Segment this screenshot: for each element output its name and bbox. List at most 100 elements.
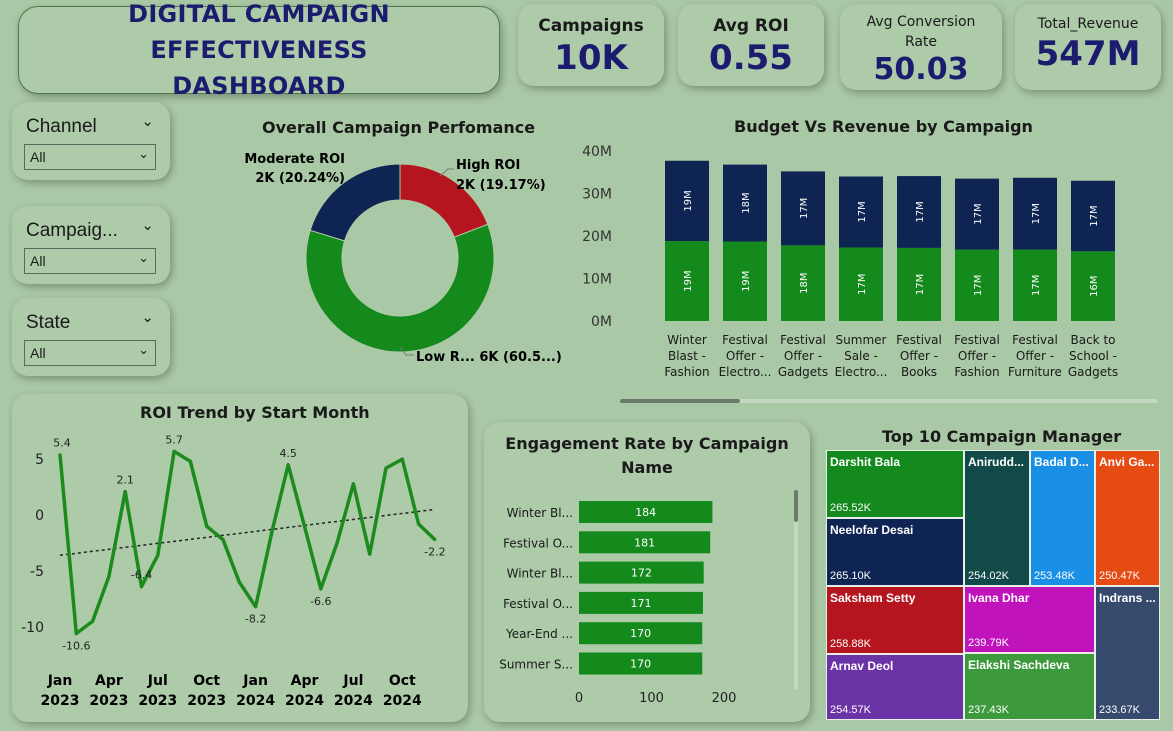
dashboard-title-card: DIGITAL CAMPAIGN EFFECTIVENESS DASHBOARD: [18, 0, 500, 100]
x-tick-label: 2023: [138, 693, 177, 709]
data-point[interactable]: [74, 632, 78, 636]
data-point[interactable]: [335, 541, 339, 545]
chevron-down-icon[interactable]: ⌄: [141, 216, 154, 234]
treemap-tile[interactable]: Anvi Ga... 250.47K: [1095, 450, 1160, 586]
kpi-card-avg-conversion-rate: Avg Conversion Rate 50.03: [840, 4, 1002, 90]
chevron-down-icon[interactable]: ⌄: [141, 308, 154, 326]
donut-chart[interactable]: High ROI 2K (19.17%) Moderate ROI 2K (20.24…: [200, 140, 600, 380]
treemap-tile-name: Anvi Ga...: [1099, 455, 1155, 469]
kpi-label: Total_Revenue: [1037, 16, 1139, 32]
x-tick-label: Apr: [291, 673, 319, 689]
y-tick-label: Summer S...: [499, 658, 573, 672]
donut-label-moderate: Moderate ROI: [244, 152, 345, 167]
kpi-label: Campaigns: [538, 16, 644, 36]
horizontal-scrollbar[interactable]: [620, 399, 1158, 403]
data-point[interactable]: [58, 453, 62, 457]
data-point[interactable]: [172, 449, 176, 453]
treemap-tile[interactable]: Saksham Setty 258.88K: [826, 586, 964, 654]
data-point[interactable]: [205, 524, 209, 528]
x-tick-label: Books: [901, 365, 937, 379]
treemap-tile-value: 254.02K: [968, 570, 1009, 582]
treemap-chart[interactable]: Darshit Bala 265.52K Neelofar Desai 265.10K…: [826, 450, 1160, 720]
data-point[interactable]: [91, 619, 95, 623]
slicer-dropdown[interactable]: All ⌄: [24, 340, 156, 366]
slicer-state[interactable]: State ⌄ All ⌄: [12, 298, 170, 376]
donut-sublabel-high: 2K (19.17%): [456, 178, 546, 193]
slicer-campaign[interactable]: Campaig... ⌄ All ⌄: [12, 206, 170, 284]
x-tick-label: Fashion: [664, 365, 709, 379]
chevron-down-icon: ⌄: [138, 251, 149, 266]
chevron-down-icon[interactable]: ⌄: [141, 112, 154, 130]
treemap-tile[interactable]: Arnav Deol 254.57K: [826, 654, 964, 720]
slicer-dropdown[interactable]: All ⌄: [24, 144, 156, 170]
point-label: -6.6: [310, 595, 331, 608]
data-point[interactable]: [400, 457, 404, 461]
data-point[interactable]: [303, 524, 306, 528]
y-tick-label: 0M: [591, 314, 612, 330]
scrollbar-thumb[interactable]: [794, 490, 798, 522]
data-point[interactable]: [368, 552, 372, 556]
roi-trend-chart[interactable]: 5 0 -5 -10 5.4 -10.6 2.1 -6.4 5.7 -8.2 4.5 -6.6 -2.2…: [12, 420, 468, 716]
x-tick-label: Offer -: [1016, 349, 1054, 363]
treemap-tile[interactable]: Elakshi Sachdeva 237.43K: [964, 653, 1095, 720]
treemap-tile[interactable]: Badal D... 253.48K: [1030, 450, 1095, 586]
y-tick-label: -10: [21, 620, 44, 636]
data-point[interactable]: [156, 553, 160, 557]
data-point[interactable]: [384, 466, 388, 470]
hbar-data-label: 170: [630, 627, 651, 640]
treemap-tile[interactable]: Anirudd... 254.02K: [964, 450, 1030, 586]
kpi-card-total-revenue: Total_Revenue 547M: [1015, 4, 1161, 90]
bar-chart-title: Budget Vs Revenue by Campaign: [734, 117, 1033, 136]
y-tick-label: Festival O...: [503, 536, 573, 550]
data-point[interactable]: [286, 463, 290, 467]
treemap-tile[interactable]: Indrans ... 233.67K: [1095, 586, 1160, 720]
y-tick-label: 10M: [582, 272, 612, 288]
x-tick-label: Winter: [667, 333, 707, 347]
data-point[interactable]: [123, 490, 127, 494]
x-tick-label: 2023: [89, 693, 128, 709]
slicer-value: All: [30, 149, 46, 165]
scrollbar-thumb[interactable]: [620, 399, 740, 403]
data-point[interactable]: [319, 587, 323, 591]
data-point[interactable]: [433, 538, 437, 542]
bar-data-label: 17M: [857, 201, 868, 222]
donut-slice[interactable]: [399, 163, 489, 238]
bar-data-label: 17M: [973, 275, 984, 296]
treemap-tile-value: 233.67K: [1099, 704, 1140, 716]
donut-slice[interactable]: [305, 223, 495, 353]
treemap-tile[interactable]: Ivana Dhar 239.79K: [964, 586, 1095, 653]
x-tick-label: Jul: [342, 673, 363, 689]
hbar-chart-title: Engagement Rate by Campaign Name: [505, 434, 789, 477]
treemap-tile-value: 265.52K: [830, 502, 871, 514]
kpi-label: Avg Conversion Rate: [866, 14, 976, 50]
data-point[interactable]: [237, 580, 241, 584]
data-point[interactable]: [417, 522, 421, 526]
data-point[interactable]: [221, 538, 225, 542]
slicer-channel[interactable]: Channel ⌄ All ⌄: [12, 102, 170, 180]
treemap-tile-name: Elakshi Sachdeva: [968, 658, 1070, 672]
treemap-tile-value: 258.88K: [830, 638, 871, 650]
x-tick-label: 2024: [334, 693, 373, 709]
vertical-scrollbar[interactable]: [794, 490, 798, 690]
budget-revenue-chart[interactable]: 0M 10M 20M 30M 40M 19M 19M Winter Blast - Fashion…: [570, 138, 1130, 383]
data-point[interactable]: [107, 575, 111, 579]
data-point[interactable]: [351, 482, 355, 486]
treemap-tile[interactable]: Neelofar Desai 265.10K: [826, 518, 964, 586]
treemap-tile-value: 265.10K: [830, 570, 871, 582]
slicer-dropdown[interactable]: All ⌄: [24, 248, 156, 274]
x-tick-label: Oct: [193, 673, 220, 689]
bar-data-label: 17M: [799, 198, 810, 219]
point-label: -6.4: [131, 569, 152, 582]
treemap-tile[interactable]: Darshit Bala 265.52K: [826, 450, 964, 518]
x-tick-label: 0: [575, 691, 583, 706]
data-point[interactable]: [188, 459, 192, 463]
point-label: -10.6: [62, 640, 90, 653]
kpi-value: 10K: [554, 38, 628, 78]
dashboard-title-line2: DASHBOARD: [172, 72, 346, 100]
data-point[interactable]: [270, 530, 274, 534]
kpi-card-campaigns: Campaigns 10K: [518, 4, 664, 86]
data-point[interactable]: [140, 585, 143, 589]
data-point[interactable]: [254, 605, 258, 609]
engagement-chart[interactable]: Winter Bl... 184 Festival O... 181 Winter Bl…: [484, 490, 794, 715]
treemap-tile-name: Saksham Setty: [830, 591, 916, 605]
